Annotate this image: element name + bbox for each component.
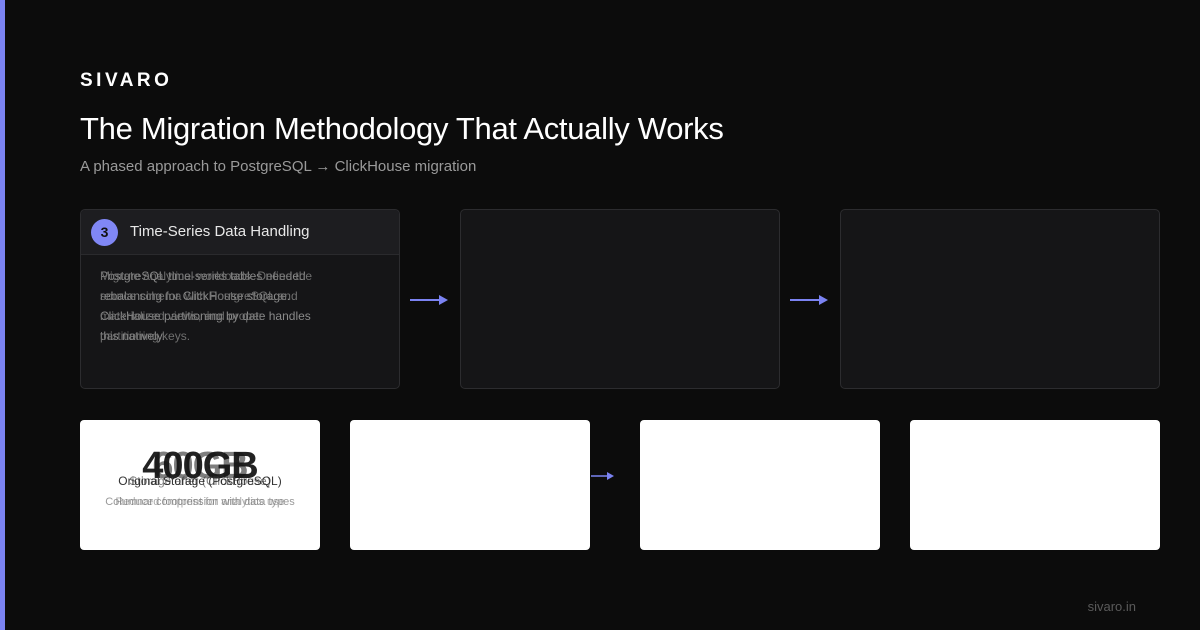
stat-label-overlap: Storage after (ClickHouse) <box>129 474 271 488</box>
accent-bar <box>0 0 5 630</box>
step-number-badge: 3 <box>91 219 118 246</box>
step-card-header: 3 Time-Series Data Handling <box>81 210 399 255</box>
stat-note-overlap: Reduced footprint for analytics use <box>115 496 285 508</box>
arrow-right-icon <box>591 472 614 480</box>
footer-url: sivaro.in <box>1087 599 1136 614</box>
step-description-overlap: Migrate analytical workloads. Define the… <box>100 269 313 343</box>
brand-logo: SIVARO <box>80 70 173 91</box>
arrow-right-icon <box>410 295 448 305</box>
page-title: The Migration Methodology That Actually … <box>80 111 724 146</box>
step-card-1: 3 Time-Series Data Handling PostgreSQL t… <box>80 209 400 389</box>
arrow-right-icon <box>790 295 828 305</box>
stat-card-2 <box>350 420 590 550</box>
stat-card-4 <box>910 420 1160 550</box>
step-card-2 <box>460 209 780 389</box>
stat-card-3 <box>640 420 880 550</box>
stat-card-1: 400GB 60GB Original Storage (PostgreSQL)… <box>80 420 320 550</box>
page-subtitle: A phased approach to PostgreSQL → ClickH… <box>80 158 477 175</box>
step-title: Time-Series Data Handling <box>130 223 310 240</box>
step-card-3 <box>840 209 1160 389</box>
